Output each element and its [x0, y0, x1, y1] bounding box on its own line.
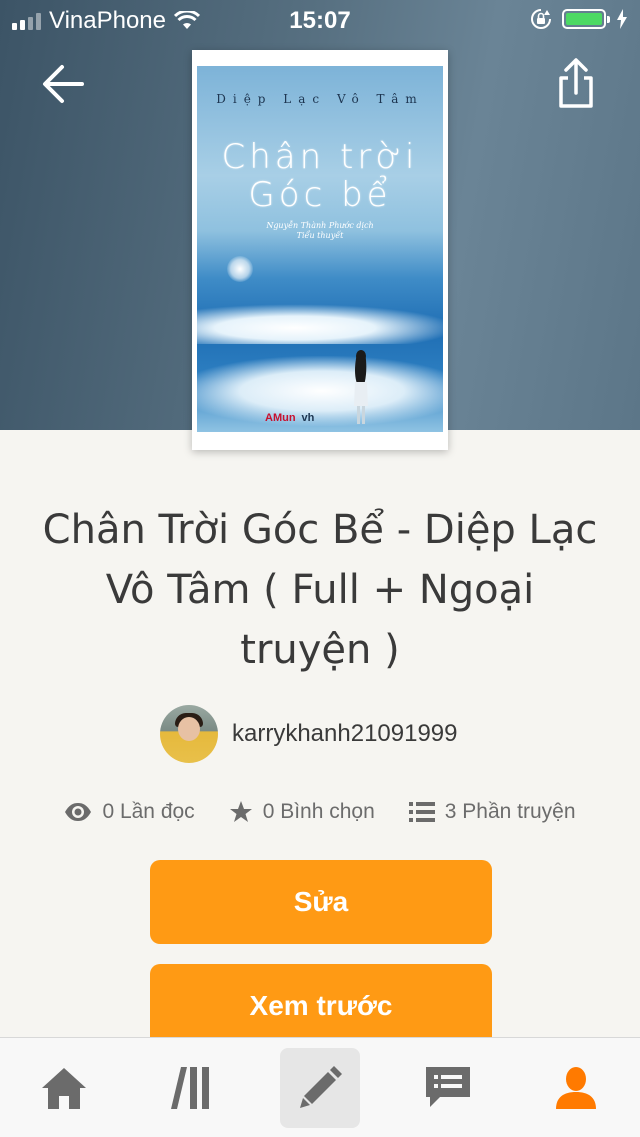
- status-right: [530, 8, 628, 30]
- edit-button[interactable]: Sửa: [150, 860, 492, 944]
- cover-publisher-logo: AMun vh: [265, 412, 314, 424]
- cover-title-line1: Chân trời: [221, 137, 419, 177]
- cover-wave: [197, 304, 443, 344]
- share-button[interactable]: [550, 56, 602, 112]
- tab-home[interactable]: [24, 1048, 104, 1128]
- book-title: Chân Trời Góc Bể - Diệp Lạc Vô Tâm ( Ful…: [42, 507, 598, 673]
- back-button[interactable]: [38, 58, 90, 110]
- star-icon: [229, 801, 252, 822]
- charging-icon: [617, 9, 627, 29]
- tab-write[interactable]: [280, 1048, 360, 1128]
- rotation-lock-icon: [531, 9, 551, 29]
- cover-logo-main: AMun: [265, 412, 296, 424]
- preview-button[interactable]: Xem trước: [150, 964, 492, 1048]
- cover-genre: Tiểu thuyết: [296, 231, 344, 240]
- story-stats: 0 Lần đọc 0 Bình chọn 3 Phần truyện: [0, 792, 640, 832]
- parts-count: 3 Phần truyện: [444, 800, 576, 823]
- status-bar: VinaPhone 15:07: [0, 0, 640, 40]
- author-name[interactable]: karrykhanh21091999: [232, 720, 458, 748]
- author-link[interactable]: karrykhanh21091999: [160, 704, 458, 764]
- cover-girl-figure: [354, 350, 368, 424]
- tab-library[interactable]: [152, 1048, 232, 1128]
- book-cover: Diệp Lạc Vô Tâm Chân trời Góc bể Nguyễn …: [192, 50, 448, 450]
- list-icon: [408, 802, 435, 822]
- cover-wave: [197, 356, 443, 426]
- messages-icon: [426, 1067, 470, 1107]
- parts-stat: 3 Phần truyện: [408, 800, 576, 824]
- home-icon: [42, 1068, 86, 1109]
- tab-messages[interactable]: [408, 1048, 488, 1128]
- profile-icon: [556, 1067, 596, 1109]
- battery-icon: [562, 9, 610, 29]
- share-icon: [559, 58, 593, 108]
- pencil-icon: [300, 1066, 342, 1108]
- avatar[interactable]: [160, 705, 218, 763]
- cover-author: Diệp Lạc Vô Tâm: [216, 92, 424, 106]
- eye-icon: [65, 803, 92, 821]
- tab-bar: [0, 1037, 640, 1137]
- cover-title: Chân trời Góc bể: [197, 138, 443, 214]
- cover-title-line2: Góc bể: [248, 175, 392, 215]
- tab-profile[interactable]: [536, 1048, 616, 1128]
- cover-art: Diệp Lạc Vô Tâm Chân trời Góc bể Nguyễn …: [197, 66, 443, 432]
- library-icon: [171, 1067, 209, 1109]
- cover-logo-secondary: vh: [301, 412, 315, 424]
- cover-sun: [227, 256, 253, 282]
- votes-count: 0 Bình chọn: [262, 800, 375, 823]
- votes-stat: 0 Bình chọn: [229, 800, 375, 824]
- reads-count: 0 Lần đọc: [102, 800, 195, 823]
- cover-translator: Nguyễn Thành Phước dịch: [266, 221, 374, 230]
- arrow-left-icon: [43, 65, 84, 103]
- battery-fill: [566, 13, 602, 25]
- reads-stat: 0 Lần đọc: [64, 800, 195, 824]
- cover-subtitle: Nguyễn Thành Phước dịch Tiểu thuyết: [197, 221, 443, 241]
